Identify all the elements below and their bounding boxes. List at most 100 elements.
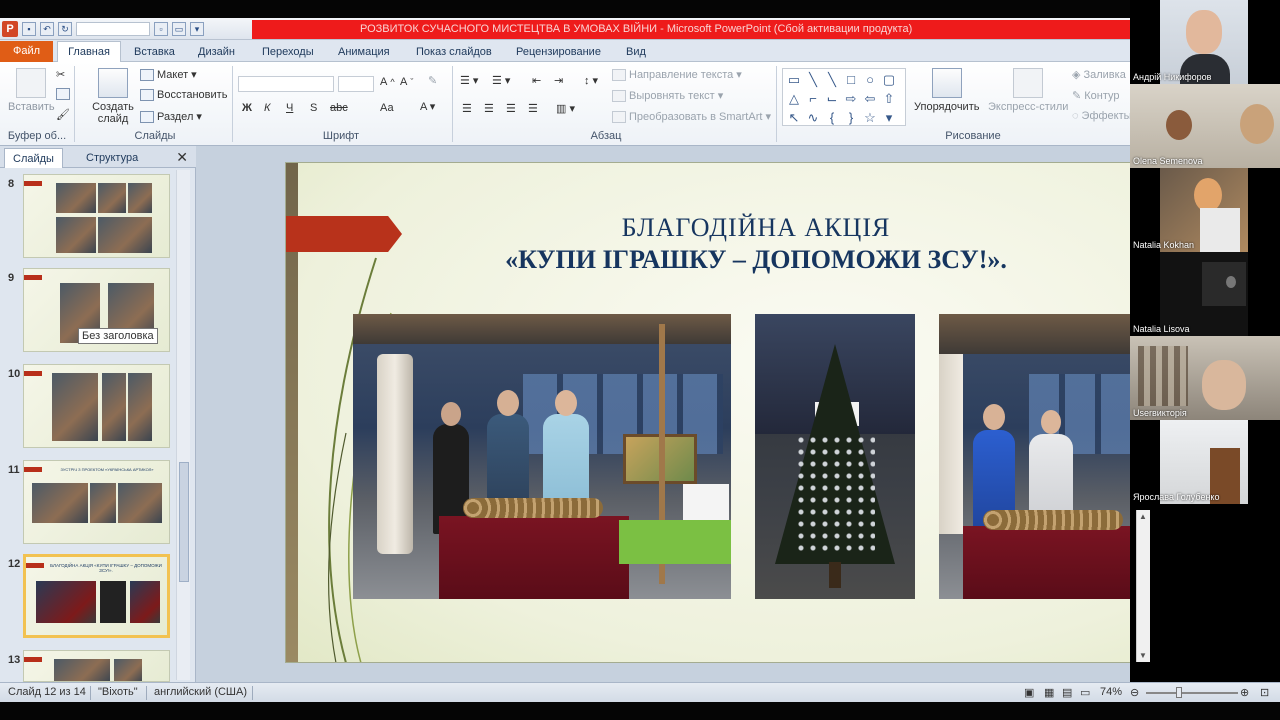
text-direction-button[interactable]: Направление текста ▾: [612, 68, 742, 81]
fit-to-window-icon[interactable]: ⊡: [1260, 686, 1269, 699]
paste-button[interactable]: Вставить: [8, 68, 55, 113]
curve-shape-icon[interactable]: ↖: [785, 109, 803, 127]
tab-animation[interactable]: Анимация: [334, 42, 394, 62]
justify-icon[interactable]: ☰: [528, 102, 538, 115]
align-left-icon[interactable]: ☰: [462, 102, 472, 115]
tab-design[interactable]: Дизайн: [194, 42, 239, 62]
tab-review[interactable]: Рецензирование: [512, 42, 605, 62]
underline-button[interactable]: Ч: [286, 102, 293, 114]
smartart-button[interactable]: Преобразовать в SmartArt ▾: [612, 110, 771, 123]
participant-tile[interactable]: Userвикторія: [1130, 336, 1280, 420]
arrow-right-shape-icon[interactable]: ⇨: [842, 90, 860, 108]
curve-shape-icon[interactable]: ∿: [804, 109, 822, 127]
zoom-slider-knob[interactable]: [1176, 687, 1182, 698]
star-shape-icon[interactable]: ☆: [861, 109, 879, 127]
slide-thumbnail-13[interactable]: [23, 650, 170, 682]
cut-icon[interactable]: ✂: [56, 68, 65, 81]
slide-thumbnail-12[interactable]: БЛАГОДІЙНА АКЦІЯ «КУПИ ІГРАШКУ – ДОПОМОЖ…: [23, 554, 170, 638]
arrow-left-shape-icon[interactable]: ⇦: [861, 90, 879, 108]
shadow-button[interactable]: S: [310, 102, 317, 114]
section-button[interactable]: Раздел ▾: [140, 110, 202, 123]
scroll-down-icon[interactable]: ▼: [1139, 651, 1147, 660]
font-color-icon[interactable]: A ▾: [420, 100, 435, 113]
arrow-up-shape-icon[interactable]: ⇧: [880, 90, 898, 108]
tab-slides[interactable]: Слайды: [4, 148, 63, 168]
event-photo-2[interactable]: [755, 314, 915, 599]
video-panel-scrollbar[interactable]: ▲ ▼: [1136, 510, 1150, 662]
font-name-combo[interactable]: [238, 76, 334, 92]
arrange-button[interactable]: Упорядочить: [914, 68, 979, 113]
copy-icon[interactable]: [56, 88, 70, 100]
rectangle-shape-icon[interactable]: □: [842, 71, 860, 89]
current-slide[interactable]: БЛАГОДІЙНА АКЦІЯ «КУПИ ІГРАШКУ – ДОПОМОЖ…: [285, 162, 1176, 663]
event-photo-1[interactable]: [353, 314, 731, 599]
grow-font-icon[interactable]: A ^: [380, 76, 395, 88]
strikethrough-button[interactable]: abc: [330, 102, 348, 114]
oval-shape-icon[interactable]: ○: [861, 71, 879, 89]
italic-button[interactable]: К: [264, 102, 270, 114]
slideshow-view-icon[interactable]: ▭: [1080, 686, 1090, 699]
font-combo-qat[interactable]: [76, 22, 150, 36]
slide-sorter-icon[interactable]: ▦: [1044, 686, 1054, 699]
reset-button[interactable]: Восстановить: [140, 89, 227, 101]
brace-shape-icon[interactable]: }: [842, 109, 860, 127]
tab-insert[interactable]: Вставка: [130, 42, 179, 62]
new-slide-button[interactable]: Создать слайд: [92, 68, 134, 125]
rounded-rect-shape-icon[interactable]: ▢: [880, 71, 898, 89]
slide-thumbnail-11[interactable]: ЗУСТРІЧ З ПРОЕКТОМ «УКРАЇНСЬКА АРТИКОЛ»: [23, 460, 170, 544]
tab-outline[interactable]: Структура: [78, 148, 146, 168]
numbering-icon[interactable]: ☰ ▾: [492, 74, 510, 87]
event-photo-3[interactable]: [939, 314, 1135, 599]
textbox-shape-icon[interactable]: ▭: [785, 71, 803, 89]
align-text-button[interactable]: Выровнять текст ▾: [612, 89, 723, 102]
format-painter-icon[interactable]: 🖌: [56, 108, 70, 121]
participant-tile[interactable]: Ярослава Голубенко: [1130, 420, 1280, 504]
redo-icon[interactable]: ↻: [58, 22, 72, 36]
tab-file[interactable]: Файл: [0, 41, 53, 62]
more-shapes-icon[interactable]: ▾: [880, 109, 898, 127]
brace-shape-icon[interactable]: {: [823, 109, 841, 127]
slide-thumbnail-10[interactable]: [23, 364, 170, 448]
connector-shape-icon[interactable]: ⌐: [804, 90, 822, 108]
align-center-icon[interactable]: ☰: [484, 102, 494, 115]
bullets-icon[interactable]: ☰ ▾: [460, 74, 478, 87]
participant-tile[interactable]: Андрій Никифоров: [1130, 0, 1280, 84]
scroll-up-icon[interactable]: ▲: [1139, 512, 1147, 521]
participant-tile[interactable]: Natalia Kokhan: [1130, 168, 1280, 252]
participant-tile[interactable]: Olena Semenova: [1130, 84, 1280, 168]
decrease-indent-icon[interactable]: ⇤: [532, 74, 541, 87]
bold-button[interactable]: Ж: [242, 102, 252, 114]
line-shape-icon[interactable]: ╲: [804, 71, 822, 89]
powerpoint-logo-icon[interactable]: P: [2, 21, 18, 37]
normal-view-icon[interactable]: ▣: [1024, 686, 1034, 699]
zoom-percent[interactable]: 74%: [1100, 686, 1122, 698]
tab-home[interactable]: Главная: [57, 41, 121, 62]
font-size-combo[interactable]: [338, 76, 374, 92]
scrollbar-thumb[interactable]: [179, 462, 189, 582]
line-spacing-icon[interactable]: ↕ ▾: [584, 74, 598, 87]
shapes-gallery[interactable]: ▭ ╲ ╲ □ ○ ▢ △ ⌐ ⌙ ⇨ ⇦ ⇧ ↖ ∿ { } ☆ ▾: [782, 68, 906, 126]
slide-thumbnail-8[interactable]: [23, 174, 170, 258]
customize-qat-icon[interactable]: ▾: [190, 22, 204, 36]
theme-name[interactable]: "Віхоть": [98, 686, 138, 698]
zoom-out-icon[interactable]: ⊖: [1130, 686, 1139, 699]
layout-button[interactable]: Макет ▾: [140, 68, 197, 81]
shrink-font-icon[interactable]: Aˇ: [400, 76, 413, 88]
new-document-icon[interactable]: ▫: [154, 22, 168, 36]
change-case-button[interactable]: Аа: [380, 102, 394, 114]
align-right-icon[interactable]: ☰: [506, 102, 516, 115]
shape-fill-button[interactable]: ◈ Заливка: [1072, 68, 1126, 82]
open-folder-icon[interactable]: ▭: [172, 22, 186, 36]
tab-transitions[interactable]: Переходы: [258, 42, 318, 62]
quick-styles-button[interactable]: Экспресс-стили: [988, 68, 1068, 113]
zoom-slider-track[interactable]: [1146, 692, 1238, 694]
increase-indent-icon[interactable]: ⇥: [554, 74, 563, 87]
connector-shape-icon[interactable]: ⌙: [823, 90, 841, 108]
clear-format-icon[interactable]: ✎: [428, 74, 437, 87]
zoom-in-icon[interactable]: ⊕: [1240, 686, 1249, 699]
reading-view-icon[interactable]: ▤: [1062, 686, 1072, 699]
line-shape-icon[interactable]: ╲: [823, 71, 841, 89]
participant-tile[interactable]: Natalia Lisova: [1130, 252, 1280, 336]
tab-slideshow[interactable]: Показ слайдов: [412, 42, 496, 62]
shape-effects-button[interactable]: ◌ Эффекты: [1072, 110, 1132, 122]
